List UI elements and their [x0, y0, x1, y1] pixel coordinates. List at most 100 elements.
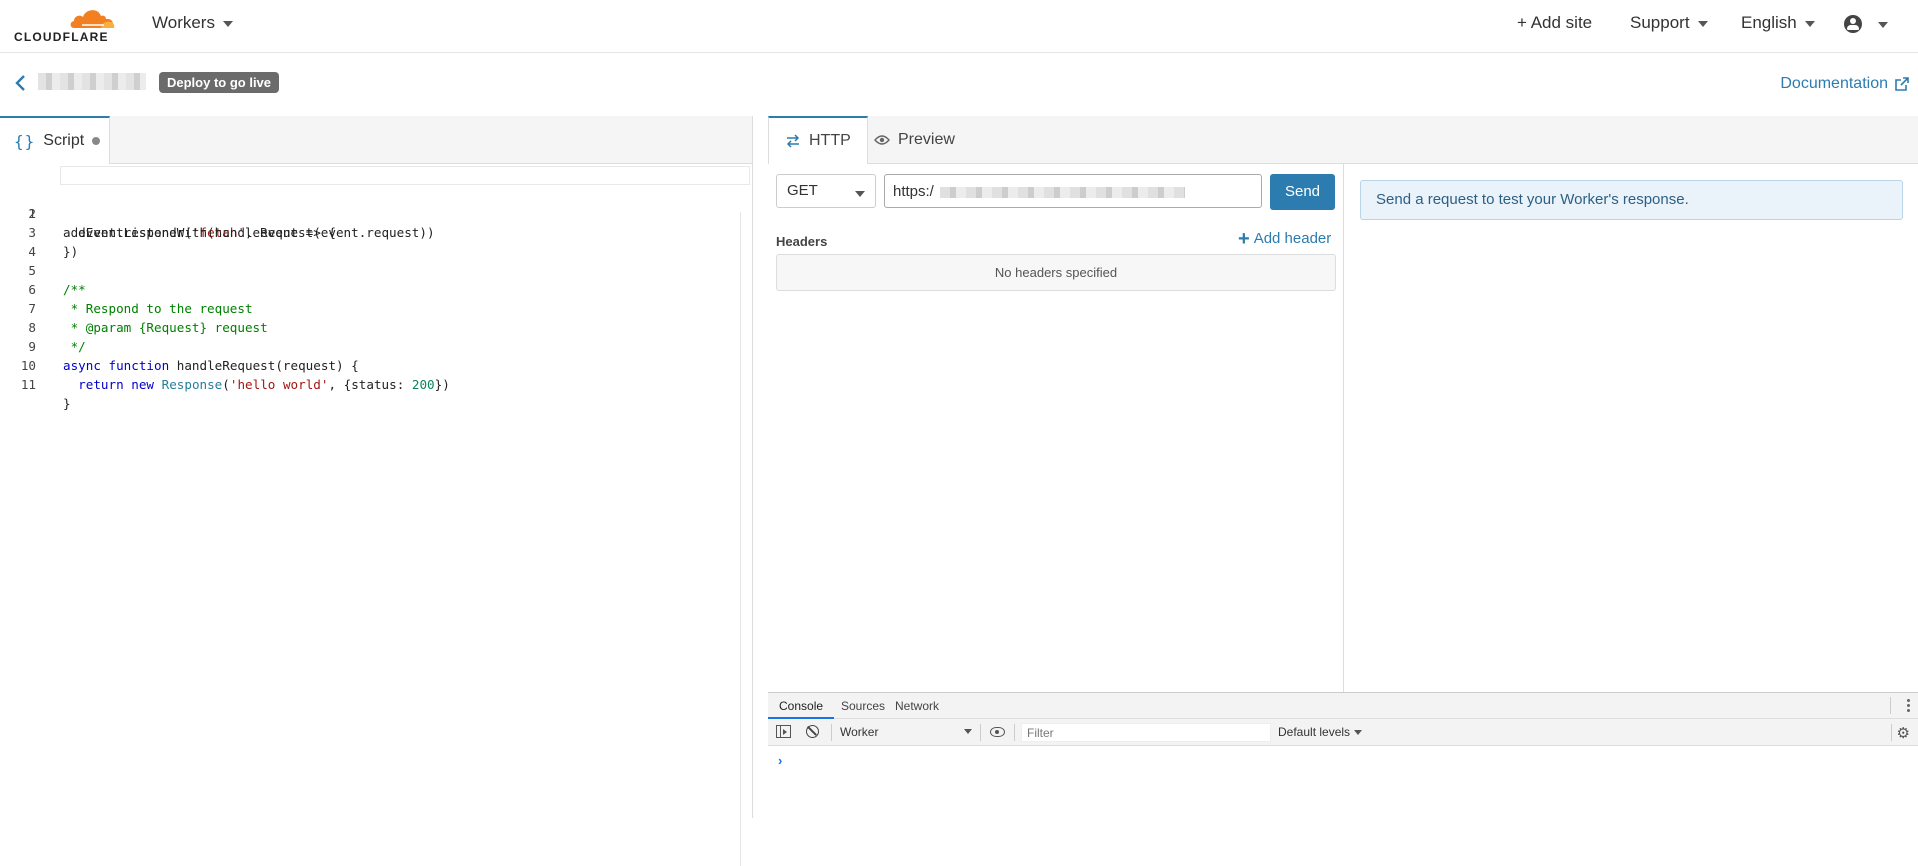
- divider: [1891, 724, 1892, 741]
- log-levels-select[interactable]: Default levels: [1278, 719, 1363, 745]
- script-panel: {} Script 1 addEventListener('fetch', ev…: [0, 116, 753, 866]
- tab-network[interactable]: Network: [884, 693, 950, 719]
- tab-preview[interactable]: Preview: [858, 116, 971, 164]
- gear-icon[interactable]: ⚙: [1897, 724, 1910, 742]
- context-select[interactable]: Worker: [840, 719, 975, 745]
- tab-http-label: HTTP: [809, 132, 851, 149]
- support-menu[interactable]: Support: [1630, 13, 1708, 33]
- chevron-down-icon: [222, 21, 233, 27]
- divider: [1890, 697, 1891, 714]
- code-text: return new Response('hello world', {stat…: [63, 375, 450, 394]
- code-token: (: [222, 377, 230, 392]
- code-line: 3 }): [0, 204, 753, 259]
- clear-console-icon[interactable]: [806, 725, 819, 738]
- tab-script[interactable]: {} Script: [0, 116, 110, 164]
- back-chevron-icon[interactable]: [14, 73, 28, 93]
- divider: [831, 724, 832, 741]
- code-token: }): [434, 377, 450, 392]
- code-line: 7 * @param {Request} request: [0, 280, 753, 335]
- add-header-label: Add header: [1253, 230, 1332, 247]
- preview-tab-bar: HTTP Preview: [768, 116, 1918, 164]
- code-line: 10 return new Response('hello world', {s…: [0, 337, 753, 392]
- support-menu-label: Support: [1630, 13, 1690, 32]
- code-braces-icon: {}: [14, 131, 36, 151]
- add-site-link[interactable]: + Add site: [1517, 13, 1592, 33]
- code-type: Response: [161, 377, 223, 392]
- sidebar-toggle-icon[interactable]: [776, 725, 791, 738]
- url-input[interactable]: https:/: [884, 174, 1262, 208]
- code-line: 8 */: [0, 299, 753, 354]
- code-keyword: return: [63, 377, 124, 392]
- workers-menu[interactable]: Workers: [152, 13, 233, 33]
- worker-header: Deploy to go live Documentation: [0, 54, 1918, 116]
- console-filter-input[interactable]: Filter: [1021, 723, 1271, 742]
- chevron-down-icon: [855, 191, 865, 197]
- top-nav: CLOUDFLARE Workers + Add site Support En…: [0, 0, 1918, 53]
- current-line-highlight: [60, 166, 750, 185]
- request-builder: GET https:/ Send Headers + Add header No…: [768, 164, 1344, 692]
- swap-arrows-icon: [786, 134, 800, 148]
- workers-menu-label: Workers: [152, 13, 215, 32]
- code-line: 11 }: [0, 356, 753, 411]
- documentation-link[interactable]: Documentation: [1780, 75, 1910, 93]
- tab-preview-label: Preview: [898, 131, 955, 148]
- dropdown-arrow-icon: [964, 729, 972, 734]
- code-number: 200: [411, 377, 435, 392]
- devtools-tab-bar: Console Sources Network: [768, 693, 1918, 719]
- divider: [980, 724, 981, 741]
- send-button[interactable]: Send: [1270, 174, 1335, 210]
- chevron-down-icon: [1697, 21, 1708, 27]
- eye-icon: [874, 135, 890, 145]
- plus-icon: +: [1238, 227, 1250, 250]
- url-redacted: [940, 187, 1185, 198]
- code-line: 1 addEventListener('fetch', event => {: [0, 166, 753, 240]
- divider: [1014, 724, 1015, 741]
- headers-label: Headers: [776, 234, 828, 249]
- add-header-button[interactable]: + Add header: [1238, 227, 1332, 250]
- console-prompt[interactable]: ›: [778, 753, 782, 768]
- cloud-logo-icon: [70, 10, 115, 28]
- context-value: Worker: [840, 725, 879, 739]
- tab-console[interactable]: Console: [768, 693, 835, 719]
- language-menu-label: English: [1741, 13, 1797, 32]
- code-line: 4: [0, 223, 753, 259]
- preview-panel: HTTP Preview GET https:/ Send Headers + …: [768, 116, 1918, 818]
- log-levels-label: Default levels: [1278, 725, 1351, 739]
- account-menu[interactable]: [1844, 15, 1888, 33]
- code-editor[interactable]: 1 addEventListener('fetch', event => { 2…: [0, 164, 753, 866]
- unsaved-indicator-icon: [92, 137, 101, 145]
- code-token: , {status:: [328, 377, 412, 392]
- logo-wordmark: CLOUDFLARE: [14, 30, 109, 44]
- method-value: GET: [787, 182, 818, 199]
- language-menu[interactable]: English: [1741, 13, 1815, 33]
- devtools-panel: Console Sources Network Worker Filter De…: [768, 692, 1918, 818]
- code-keyword: new: [131, 377, 155, 392]
- script-tab-bar: {} Script: [0, 116, 752, 164]
- external-link-icon: [1895, 77, 1909, 91]
- tab-http[interactable]: HTTP: [768, 116, 868, 164]
- documentation-label: Documentation: [1780, 75, 1888, 92]
- url-prefix: https:/: [893, 183, 934, 200]
- code-line: 5 /**: [0, 242, 753, 297]
- headers-empty-state: No headers specified: [776, 254, 1336, 291]
- code-line: 9 async function handleRequest(request) …: [0, 318, 753, 373]
- response-info-message: Send a request to test your Worker's res…: [1360, 180, 1903, 220]
- add-site-label: + Add site: [1517, 13, 1593, 32]
- response-area: Send a request to test your Worker's res…: [1345, 164, 1918, 692]
- tab-script-label: Script: [43, 132, 85, 149]
- code-text: }: [63, 396, 71, 411]
- method-select[interactable]: GET: [776, 174, 876, 208]
- chevron-down-icon: [1804, 21, 1815, 27]
- code-line: 2 event.respondWith(handleRequest(event.…: [0, 185, 753, 240]
- code-string: 'hello world': [229, 377, 329, 392]
- worker-name-redacted: [38, 73, 146, 90]
- line-number: 11: [20, 377, 36, 392]
- more-options-icon[interactable]: [1907, 699, 1910, 713]
- code-line: 6 * Respond to the request: [0, 261, 753, 316]
- deploy-status-badge: Deploy to go live: [159, 72, 280, 93]
- console-toolbar: Worker Filter Default levels ⚙: [768, 719, 1918, 746]
- live-expression-eye-icon[interactable]: [990, 727, 1005, 737]
- dropdown-arrow-icon: [1354, 730, 1363, 736]
- user-icon: [1844, 15, 1862, 33]
- cloudflare-logo[interactable]: CLOUDFLARE: [14, 4, 122, 44]
